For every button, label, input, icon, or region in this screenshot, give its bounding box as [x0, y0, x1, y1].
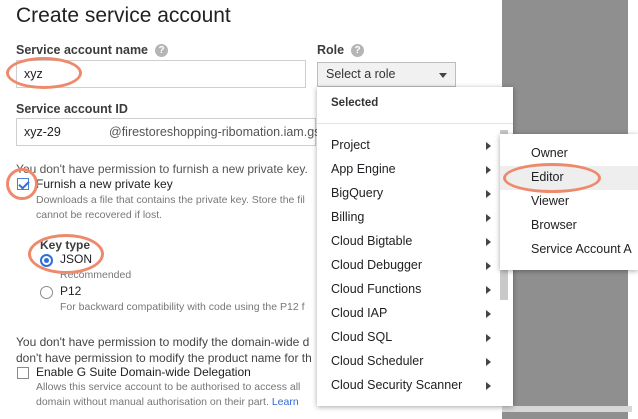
json-radio[interactable] — [40, 254, 53, 267]
p12-sublabel: For backward compatibility with code usi… — [60, 301, 305, 313]
domain-warning-line-2: don't have permission to modify the prod… — [16, 351, 312, 365]
service-account-name-label: Service account name? — [16, 43, 169, 57]
chevron-right-icon — [486, 166, 491, 174]
chevron-right-icon — [486, 382, 491, 390]
role-category-label: Cloud Bigtable — [331, 234, 413, 248]
help-icon[interactable]: ? — [351, 44, 365, 57]
role-category-cloud-iap[interactable]: Cloud IAP — [317, 302, 499, 326]
chevron-right-icon — [486, 190, 491, 198]
role-select-value: Select a role — [326, 67, 396, 81]
dialog-title: Create service account — [16, 4, 231, 27]
key-type-label: Key type — [40, 238, 91, 252]
role-option-label: Service Account A — [531, 242, 632, 256]
service-account-name-input[interactable]: xyz — [16, 60, 306, 88]
json-sublabel: Recommended — [60, 269, 132, 281]
furnish-key-label: Furnish a new private key — [36, 177, 173, 191]
service-account-name-label-text: Service account name — [16, 43, 149, 57]
role-option-label: Editor — [531, 170, 564, 184]
role-category-cloud-functions[interactable]: Cloud Functions — [317, 278, 499, 302]
role-option-label: Viewer — [531, 194, 569, 208]
service-account-name-value: xyz — [24, 67, 43, 81]
role-category-billing[interactable]: Billing — [317, 206, 499, 230]
role-category-label: Project — [331, 138, 370, 152]
role-category-cloud-bigtable[interactable]: Cloud Bigtable — [317, 230, 499, 254]
chevron-right-icon — [486, 142, 491, 150]
role-option-label: Browser — [531, 218, 577, 232]
gsuite-delegation-description-2: domain without manual authorisation on t… — [36, 396, 299, 408]
chevron-right-icon — [486, 262, 491, 270]
gsuite-delegation-description: Allows this service account to be author… — [36, 381, 301, 393]
role-category-label: Cloud Debugger — [331, 258, 423, 272]
role-category-label: Cloud Scheduler — [331, 354, 424, 368]
role-category-cloud-security-scanner[interactable]: Cloud Security Scanner — [317, 374, 499, 398]
chevron-right-icon — [486, 310, 491, 318]
role-category-label: Billing — [331, 210, 365, 224]
help-icon[interactable]: ? — [155, 44, 169, 57]
role-category-cloud-scheduler[interactable]: Cloud Scheduler — [317, 350, 499, 374]
furnish-key-checkbox[interactable] — [17, 178, 29, 190]
chevron-down-icon — [439, 73, 447, 78]
role-category-app-engine[interactable]: App Engine — [317, 158, 499, 182]
chevron-right-icon — [486, 358, 491, 366]
role-label-text: Role — [317, 43, 345, 57]
service-account-id-value: xyz-29 — [24, 125, 61, 139]
role-category-label: Cloud IAP — [331, 306, 388, 320]
role-label: Role? — [317, 43, 365, 57]
role-option-browser[interactable]: Browser — [500, 214, 638, 238]
role-category-label: Cloud SQL — [331, 330, 393, 344]
chevron-right-icon — [486, 334, 491, 342]
role-option-viewer[interactable]: Viewer — [500, 190, 638, 214]
role-option-owner[interactable]: Owner — [500, 142, 638, 166]
gsuite-delegation-label: Enable G Suite Domain-wide Delegation — [36, 365, 251, 379]
role-category-label: BigQuery — [331, 186, 384, 200]
dropdown-header: Selected — [331, 97, 379, 109]
role-category-label: App Engine — [331, 162, 396, 176]
p12-label: P12 — [60, 284, 82, 298]
domain-warning-line-1: You don't have permission to modify the … — [16, 335, 310, 349]
role-category-bigquery[interactable]: BigQuery — [317, 182, 499, 206]
gsuite-delegation-checkbox[interactable] — [17, 367, 29, 379]
private-key-warning: You don't have permission to furnish a n… — [16, 162, 308, 176]
service-account-id-domain: @firestoreshopping-ribomation.iam.gs — [109, 125, 321, 139]
role-category-cloud-sql[interactable]: Cloud SQL — [317, 326, 499, 350]
chevron-right-icon — [486, 214, 491, 222]
service-account-id-label: Service account ID — [16, 102, 128, 116]
service-account-id-input[interactable]: xyz-29 @firestoreshopping-ribomation.iam… — [16, 118, 320, 146]
json-label: JSON — [60, 252, 93, 266]
furnish-key-description-2: cannot be recovered if lost. — [36, 209, 163, 221]
learn-more-link[interactable]: Learn — [272, 396, 299, 408]
role-category-label: Cloud Functions — [331, 282, 422, 296]
dropdown-divider — [317, 123, 513, 124]
gsuite-delegation-description-2-text: domain without manual authorisation on t… — [36, 396, 269, 408]
p12-radio[interactable] — [40, 286, 53, 299]
role-category-project[interactable]: Project — [317, 134, 499, 158]
role-dropdown-menu: Selected Project App Engine BigQuery Bil… — [317, 87, 513, 406]
chevron-right-icon — [486, 286, 491, 294]
project-roles-submenu: Owner Editor Viewer Browser Service Acco… — [500, 134, 638, 270]
role-option-editor[interactable]: Editor — [500, 166, 638, 190]
furnish-key-description: Downloads a file that contains the priva… — [36, 194, 305, 206]
role-category-label: Cloud Security Scanner — [331, 378, 463, 392]
chevron-right-icon — [486, 238, 491, 246]
role-select[interactable]: Select a role — [317, 62, 456, 87]
role-option-label: Owner — [531, 146, 568, 160]
role-category-cloud-debugger[interactable]: Cloud Debugger — [317, 254, 499, 278]
role-option-service-account[interactable]: Service Account A — [500, 238, 638, 262]
